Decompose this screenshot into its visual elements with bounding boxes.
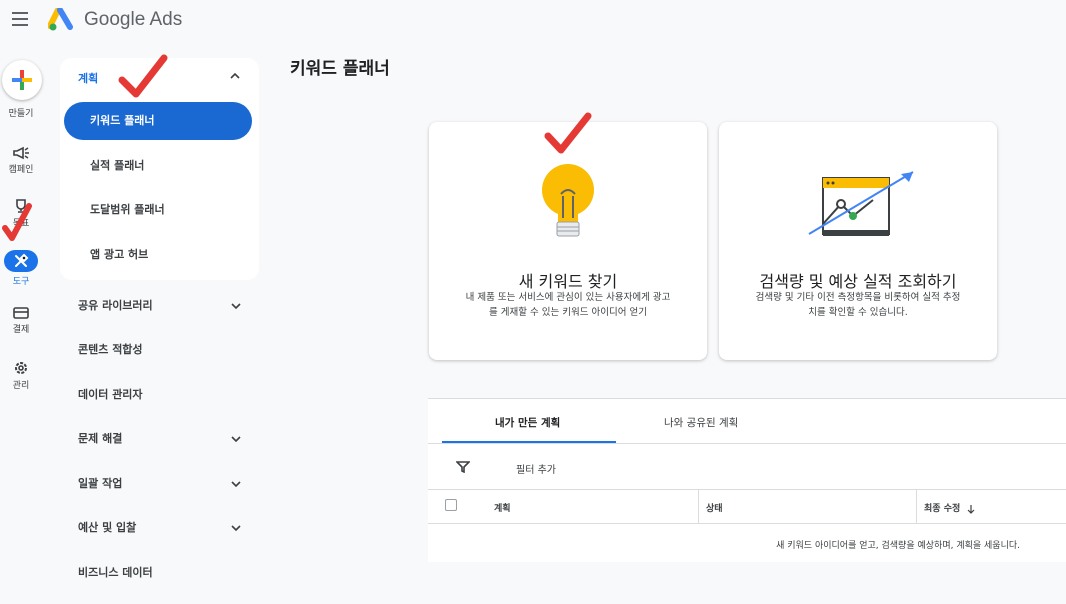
nav-business-data[interactable]: 비즈니스 데이터 [78,563,248,583]
forecast-title: 검색량 및 예상 실적 조회하기 [759,272,957,291]
brand-name: Google Ads [84,9,183,30]
forecast-desc: 검색량 및 기타 이전 측정항목을 비롯하여 실적 추정 치를 확인할 수 있습… [737,290,979,320]
col-plan[interactable]: 계획 [494,501,511,514]
nav-troubleshooting-label: 문제 해결 [78,432,123,445]
nav-keyword-planner[interactable]: 키워드 플래너 [64,102,252,140]
filter-icon[interactable] [456,461,470,473]
discover-keywords-title: 새 키워드 찾기 [518,272,618,291]
nav-content-suitability-label: 콘텐츠 적합성 [78,343,143,356]
forecast-desc-line2: 치를 확인할 수 있습니다. [808,307,908,318]
chevron-down-icon [231,525,241,532]
discover-keywords-desc-line1: 내 제품 또는 서비스에 관심이 있는 사용자에게 광고 [465,292,671,303]
col-separator [916,489,917,523]
forecast-desc-line1: 검색량 및 기타 이전 측정항목을 비롯하여 실적 추정 [755,292,961,303]
google-ads-logo [48,8,73,31]
header-divider [428,523,1066,524]
tabs-divider [428,443,1066,444]
annotation-check-icon [544,112,592,154]
annotation-check-icon [2,203,32,241]
rail-admin[interactable]: 관리 [0,360,42,391]
tools-pill [4,250,38,272]
chevron-down-icon [231,303,241,310]
tab-my-plans[interactable]: 내가 만든 계획 [495,415,560,430]
col-separator [698,489,699,523]
nav-shared-library-label: 공유 라이브러리 [78,299,153,312]
chart-icon [808,171,914,236]
nav-data-manager-label: 데이터 관리자 [78,388,143,401]
plans-table: 내가 만든 계획 나와 공유된 계획 필터 추가 계획 상태 최종 수정 새 키… [428,398,1066,562]
nav-bulk-actions[interactable]: 일괄 작업 [78,474,248,494]
wrench-icon [15,253,29,267]
rail-create-label: 만들기 [8,109,34,119]
col-last-modified[interactable]: 최종 수정 [924,501,976,514]
rail-tools-label: 도구 [12,277,30,287]
plus-icon [12,70,32,90]
menu-icon[interactable] [12,12,28,26]
col-status[interactable]: 상태 [706,501,723,514]
nav-app-ads-hub[interactable]: 앱 광고 허브 [64,236,252,274]
create-button[interactable] [2,60,42,100]
nav-content-suitability[interactable]: 콘텐츠 적합성 [78,340,248,360]
tab-shared-plans[interactable]: 나와 공유된 계획 [664,415,738,430]
megaphone-icon [13,146,29,160]
rail-admin-label: 관리 [12,381,30,391]
nav-business-data-label: 비즈니스 데이터 [78,566,153,579]
discover-keywords-desc-line2: 를 게재할 수 있는 키워드 아이디어 얻기 [489,307,647,318]
nav-data-manager[interactable]: 데이터 관리자 [78,385,248,405]
select-all-checkbox[interactable] [445,499,457,511]
empty-state-message: 새 키워드 아이디어를 얻고, 검색량을 예상하며, 계획을 세웁니다. [776,541,1020,551]
add-filter-button[interactable]: 필터 추가 [516,461,556,476]
rail-create[interactable]: 만들기 [0,104,42,119]
nav-reach-planner[interactable]: 도달범위 플래너 [64,191,252,229]
gear-icon [15,362,27,374]
nav-troubleshooting[interactable]: 문제 해결 [78,429,248,449]
rail-tools[interactable]: 도구 [0,250,42,287]
annotation-check-icon [118,54,168,98]
arrow-down-icon [967,504,975,514]
nav-budgets-bids-label: 예산 및 입찰 [78,521,137,534]
discover-keywords-desc: 내 제품 또는 서비스에 관심이 있는 사용자에게 광고 를 게재할 수 있는 … [447,290,689,320]
nav-shared-library[interactable]: 공유 라이브러리 [78,296,248,316]
nav-performance-planner[interactable]: 실적 플래너 [64,147,252,185]
rail-billing[interactable]: 결제 [0,306,42,335]
nav-budgets-bids[interactable]: 예산 및 입찰 [78,518,248,538]
lightbulb-icon [542,164,594,237]
nav-bulk-actions-label: 일괄 작업 [78,477,123,490]
chevron-down-icon [231,481,241,488]
planning-header[interactable]: 계획 [78,70,98,86]
rail-billing-label: 결제 [12,325,30,335]
chevron-down-icon [231,436,241,443]
filter-divider [428,489,1066,490]
page-title: 키워드 플래너 [290,59,390,79]
rail-campaigns[interactable]: 캠페인 [0,146,42,175]
chevron-up-icon[interactable] [229,70,241,82]
rail-campaigns-label: 캠페인 [8,165,34,175]
forecast-card[interactable]: 검색량 및 예상 실적 조회하기 검색량 및 기타 이전 측정항목을 비롯하여 … [719,122,997,360]
top-bar: Google Ads [0,0,1066,42]
col-last-modified-label: 최종 수정 [924,504,961,514]
credit-card-icon [13,307,29,319]
